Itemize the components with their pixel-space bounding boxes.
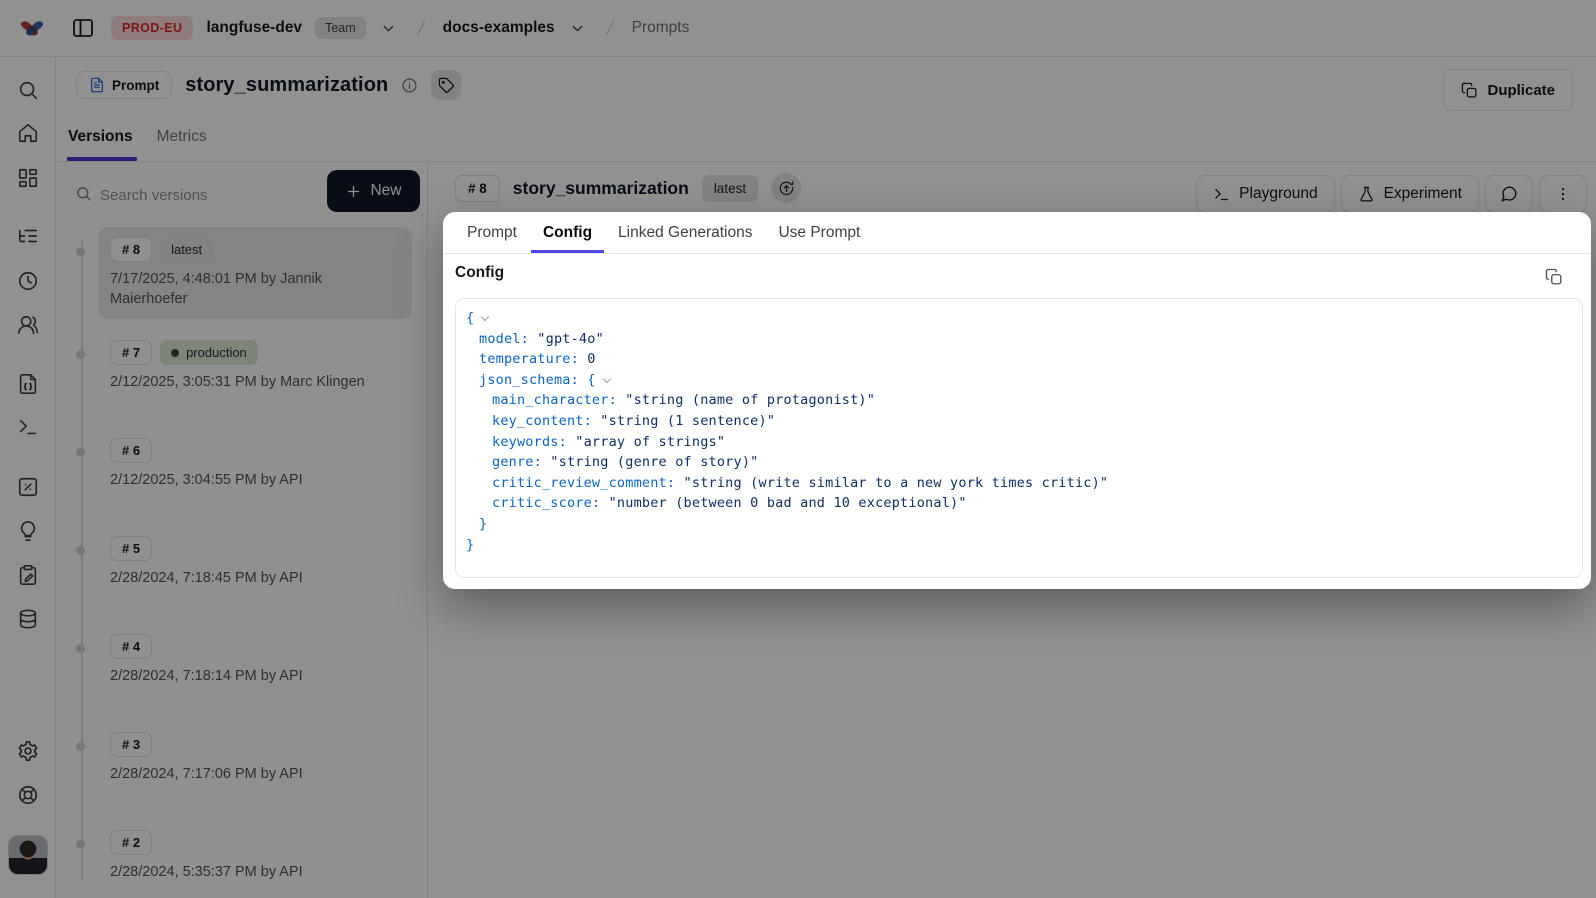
config-json-viewer[interactable]: {model: "gpt-4o"temperature: 0json_schem… [455,298,1583,578]
code-key: main_character: [492,392,617,408]
code-line: keywords: "array of strings" [466,432,1572,453]
code-key: { [466,310,474,326]
code-value: "string (name of protagonist)" [617,392,875,408]
code-line: json_schema: { [466,370,1572,391]
detail-tab-linked-generations[interactable]: Linked Generations [606,212,764,253]
detail-tab-config[interactable]: Config [531,212,604,253]
code-line: main_character: "string (name of protago… [466,390,1572,411]
code-value: "string (1 sentence)" [592,413,775,429]
detail-tabs: PromptConfigLinked GenerationsUse Prompt [443,212,1591,254]
config-section-title: Config [455,264,504,282]
code-value: "gpt-4o" [529,331,604,347]
code-line: critic_score: "number (between 0 bad and… [466,493,1572,514]
code-key: model: [479,331,529,347]
code-line: } [466,535,1572,556]
code-key: keywords: [492,434,567,450]
code-value: 0 [579,351,596,367]
code-line: key_content: "string (1 sentence)" [466,411,1572,432]
code-key: json_schema: { [479,372,596,388]
code-key: key_content: [492,413,592,429]
code-line: { [466,308,1572,329]
fold-chevron-icon[interactable] [602,375,610,383]
code-value: "number (between 0 bad and 10 exceptiona… [600,495,966,511]
code-line: critic_review_comment: "string (write si… [466,473,1572,494]
detail-tab-prompt[interactable]: Prompt [455,212,529,253]
code-line: } [466,514,1572,535]
code-line: model: "gpt-4o" [466,329,1572,350]
copy-icon [1545,268,1563,286]
code-line: genre: "string (genre of story)" [466,452,1572,473]
code-key: } [479,516,487,532]
copy-config-button[interactable] [1541,264,1567,290]
config-card: PromptConfigLinked GenerationsUse Prompt… [443,212,1591,589]
code-key: critic_review_comment: [492,475,675,491]
code-key: } [466,537,474,553]
code-key: genre: [492,454,542,470]
code-key: critic_score: [492,495,600,511]
code-value: "array of strings" [567,434,725,450]
detail-tab-use-prompt[interactable]: Use Prompt [766,212,872,253]
code-value: "string (write similar to a new york tim… [675,475,1108,491]
code-value: "string (genre of story)" [542,454,759,470]
app-window: PROD-EU langfuse-dev Team docs-examples … [0,0,1596,898]
fold-chevron-icon[interactable] [481,313,489,321]
code-key: temperature: [479,351,579,367]
code-line: temperature: 0 [466,349,1572,370]
